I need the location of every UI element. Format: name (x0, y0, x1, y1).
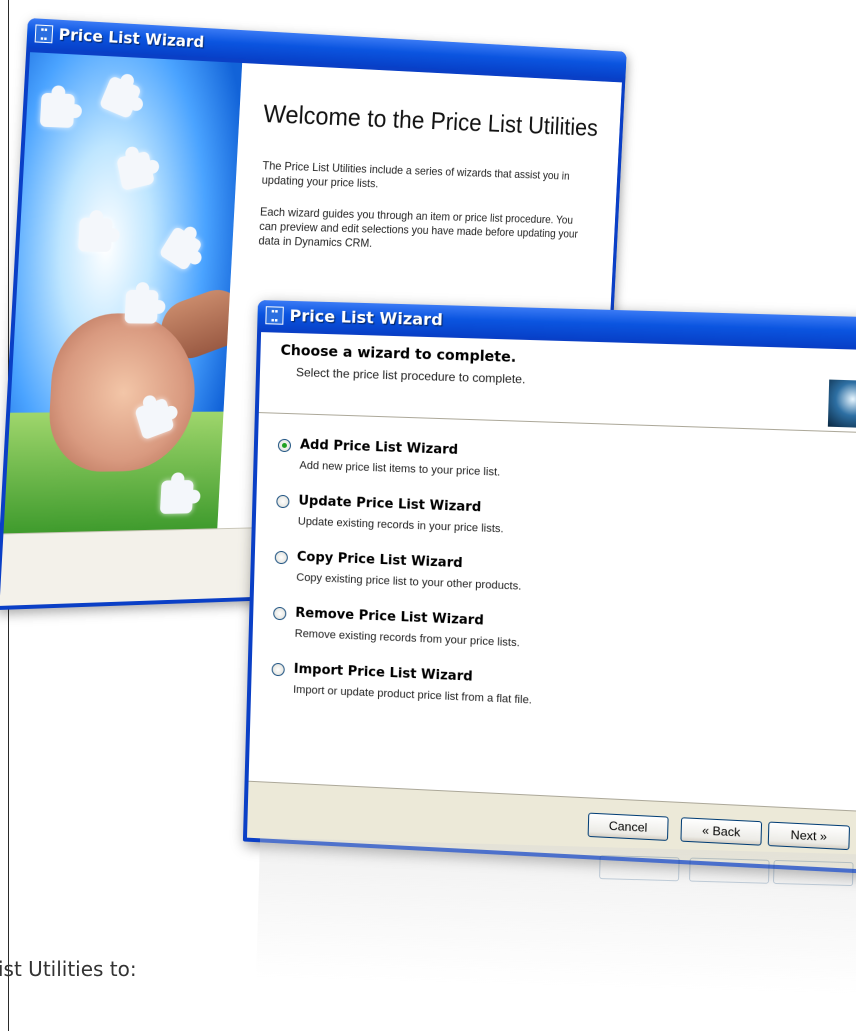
puzzle-piece-icon (160, 480, 194, 514)
option-description: Import or update product price list from… (293, 684, 532, 707)
welcome-window-title: Price List Wizard (58, 25, 204, 52)
page-text-fragment: ist Utilities to: (0, 957, 137, 981)
back-button[interactable]: « Back (680, 817, 762, 846)
puzzle-hand-image (3, 52, 242, 533)
welcome-paragraph-2: Each wizard guides you through an item o… (258, 205, 591, 255)
puzzle-piece-icon (124, 290, 158, 324)
radio-add[interactable] (278, 439, 291, 452)
reflection-button (599, 855, 680, 881)
option-title: Add Price List Wizard (300, 437, 459, 457)
radio-update[interactable] (276, 495, 289, 508)
puzzle-piece-icon (99, 75, 142, 119)
window-reflection (256, 838, 856, 995)
reflection-button (773, 860, 854, 886)
option-title: Import Price List Wizard (294, 662, 473, 685)
puzzle-piece-icon (40, 93, 75, 128)
wizard-client-area: Choose a wizard to complete. Select the … (247, 332, 856, 869)
cancel-button[interactable]: Cancel (588, 813, 669, 841)
wizard-subheading: Select the price list procedure to compl… (296, 365, 526, 386)
radio-copy[interactable] (275, 551, 288, 565)
wizard-window-title: Price List Wizard (289, 306, 443, 329)
app-icon: ▪▪ ▪▪ (35, 24, 54, 43)
wizard-heading: Choose a wizard to complete. (280, 343, 516, 366)
welcome-paragraph-1: The Price List Utilities include a serie… (261, 159, 593, 198)
option-title: Copy Price List Wizard (297, 550, 463, 572)
radio-import[interactable] (272, 663, 285, 677)
option-title: Update Price List Wizard (298, 494, 481, 516)
welcome-heading: Welcome to the Price List Utilities (263, 99, 599, 142)
puzzle-piece-icon (78, 218, 113, 252)
option-title: Remove Price List Wizard (295, 606, 484, 629)
next-button[interactable]: Next » (768, 822, 850, 851)
wizard-header: Choose a wizard to complete. Select the … (259, 332, 856, 433)
wizard-header-image (828, 380, 856, 429)
option-description: Copy existing price list to your other p… (296, 572, 521, 593)
option-description: Add new price list items to your price l… (299, 460, 500, 479)
wizard-window: ▪▪▪▪ Price List Wizard _ ➚ ✕ Choose a wi… (243, 300, 856, 874)
puzzle-piece-icon (159, 226, 203, 272)
option-description: Remove existing records from your price … (295, 628, 520, 650)
radio-remove[interactable] (273, 607, 286, 621)
app-icon: ▪▪ ▪▪ (265, 306, 283, 325)
option-description: Update existing records in your price li… (298, 516, 504, 536)
reflection-button (689, 858, 770, 884)
puzzle-piece-icon (116, 151, 155, 191)
